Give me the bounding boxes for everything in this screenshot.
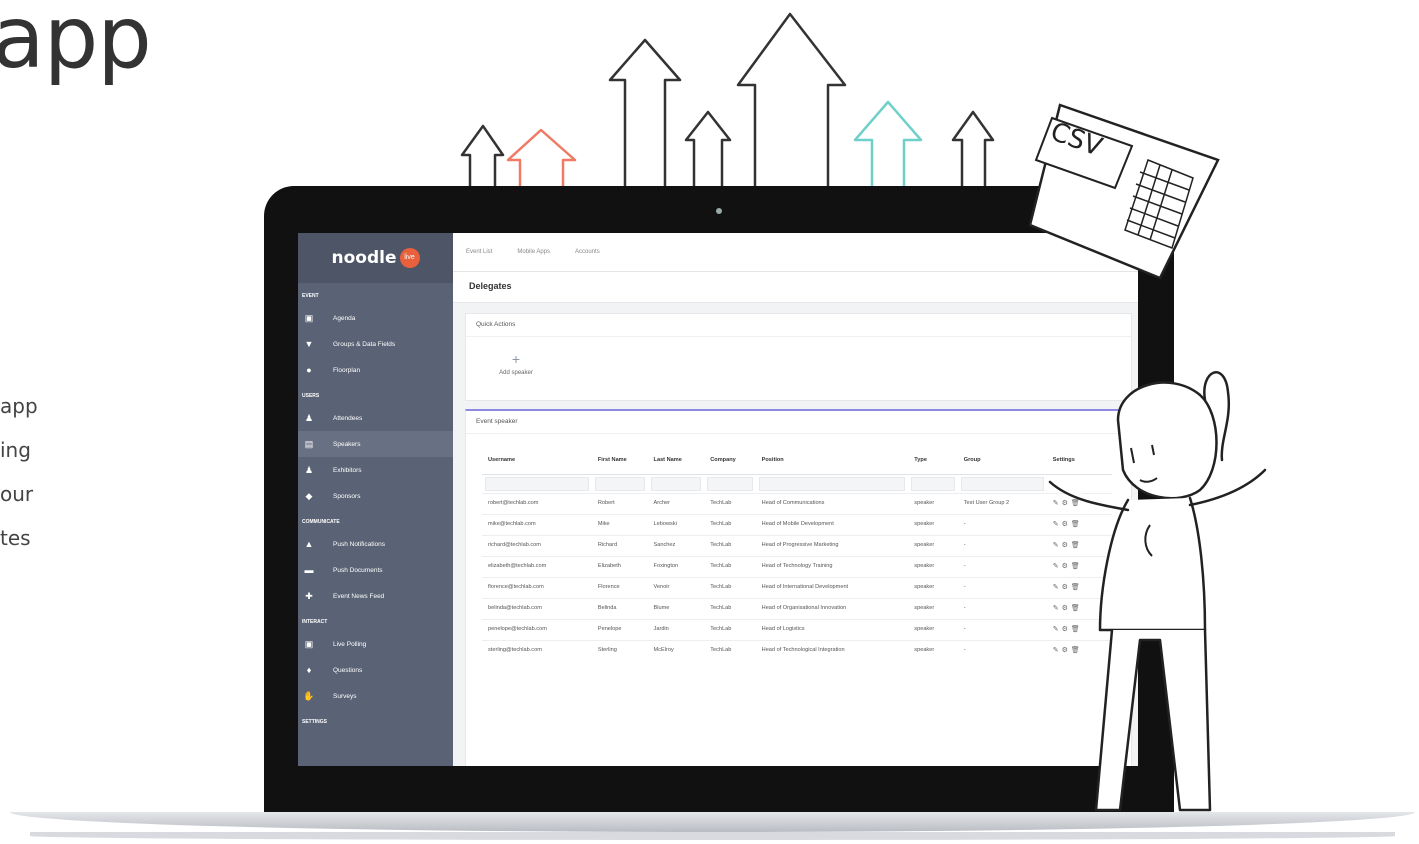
character-illustration: CSV: [1028, 103, 1267, 812]
laptop-base-shadow: [30, 832, 1395, 840]
csv-file-icon: CSV: [1028, 103, 1220, 280]
woman-figure: [1048, 371, 1267, 812]
